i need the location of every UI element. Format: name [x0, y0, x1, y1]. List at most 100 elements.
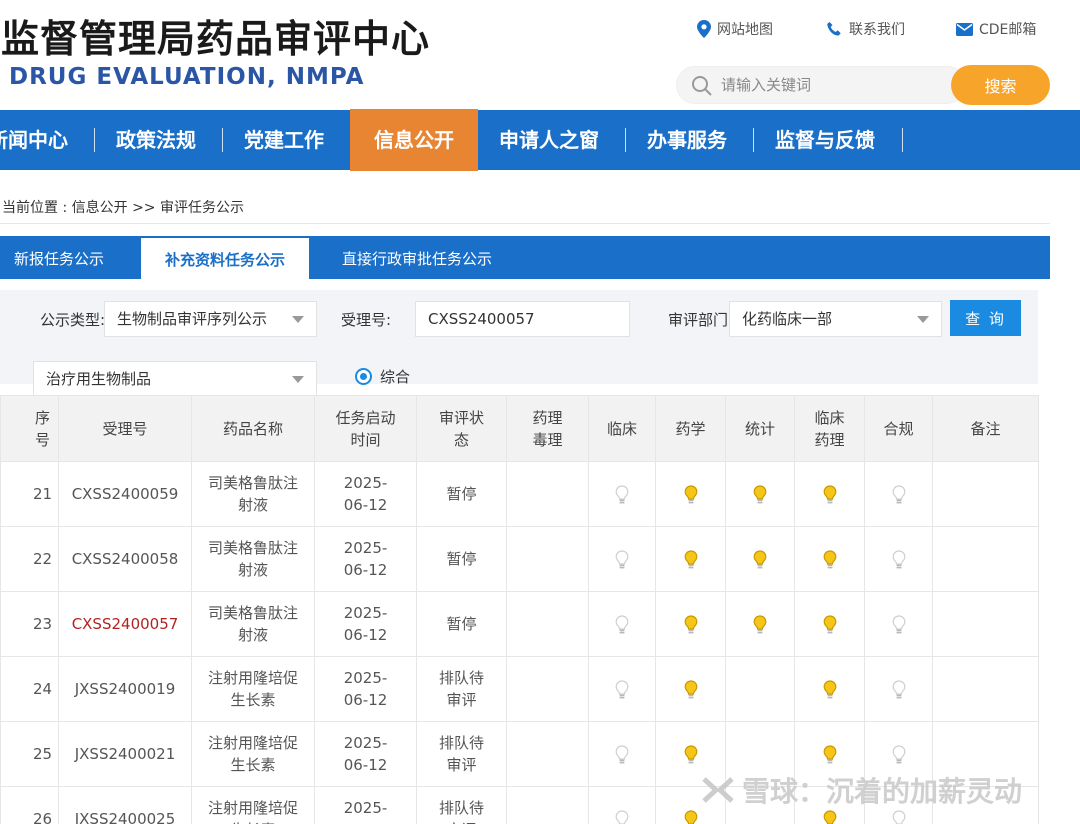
table-row: 22 CXSS2400058 司美格鲁肽注射液 2025-06-12 暂停 [0, 526, 1039, 592]
nav-services[interactable]: 办事服务 [647, 110, 727, 170]
lightbulb-on-icon [684, 744, 697, 763]
cell-clinpharm [794, 591, 865, 657]
cell-compliance [864, 526, 933, 592]
category-select[interactable]: 治疗用生物制品 [33, 361, 317, 397]
lightbulb-on-icon [753, 549, 767, 568]
chevron-down-icon [292, 376, 304, 383]
cell-clinical [588, 721, 656, 787]
cell-compliance [864, 656, 933, 722]
accept-input[interactable] [415, 301, 630, 337]
cell-date: 2025-06-12 [314, 721, 417, 787]
cell-no: 26 [0, 786, 59, 824]
lightbulb-on-icon [823, 614, 836, 633]
lightbulb-off-icon [615, 744, 629, 763]
tab-new-report[interactable]: 新报任务公示 [14, 236, 104, 279]
xueqiu-logo-icon [702, 777, 734, 803]
nav-news[interactable]: 新闻中心 [0, 110, 68, 170]
accept-label: 受理号: [341, 311, 392, 329]
table-header-row: 序号 受理号 药品名称 任务启动时间 审评状态 药理毒理 临床 药学 统计 临床… [0, 395, 1039, 462]
cell-tox [506, 526, 589, 592]
cell-remark [932, 591, 1039, 657]
lightbulb-off-icon [615, 679, 629, 698]
nav-applicant[interactable]: 申请人之窗 [499, 110, 599, 170]
tab-supplement[interactable]: 补充资料任务公示 [141, 238, 309, 279]
cell-no: 25 [0, 721, 59, 787]
lightbulb-on-icon [823, 809, 836, 824]
lightbulb-on-icon [684, 679, 697, 698]
cell-status: 排队待审评 [416, 721, 507, 787]
radio-comprehensive[interactable]: 综合 [355, 366, 410, 387]
col-header: 任务启动时间 [314, 395, 417, 462]
site-subtitle: DRUG EVALUATION, NMPA [9, 64, 365, 90]
cell-status: 暂停 [416, 461, 507, 527]
col-header: 备注 [932, 395, 1039, 462]
cell-compliance [864, 591, 933, 657]
type-select-value: 生物制品审评序列公示 [117, 310, 268, 328]
dept-select[interactable]: 化药临床一部 [729, 301, 942, 337]
divider [0, 223, 1050, 224]
lightbulb-off-icon [615, 484, 629, 503]
lightbulb-off-icon [892, 809, 905, 824]
tab-direct-approval[interactable]: 直接行政审批任务公示 [342, 236, 492, 279]
cell-name: 注射用隆培促生长素 [191, 721, 315, 787]
main-nav: 新闻中心 政策法规 党建工作 信息公开 申请人之窗 办事服务 监督与反馈 [0, 109, 1080, 171]
lightbulb-off-icon [892, 484, 905, 503]
search-icon [692, 76, 712, 96]
cell-clinpharm [794, 526, 865, 592]
cell-date: 2025-06-12 [314, 526, 417, 592]
lightbulb-off-icon [892, 744, 905, 763]
cell-pharm [655, 656, 726, 722]
cell-tox [506, 591, 589, 657]
lightbulb-on-icon [753, 484, 767, 503]
cell-name: 司美格鲁肽注射液 [191, 461, 315, 527]
cell-date: 2025-06-12 [314, 656, 417, 722]
lightbulb-on-icon [823, 484, 836, 503]
col-header: 药理毒理 [506, 395, 589, 462]
lightbulb-on-icon [684, 614, 697, 633]
cell-name: 注射用隆培促生长素 [191, 786, 315, 824]
lightbulb-on-icon [823, 549, 836, 568]
cell-clinical [588, 526, 656, 592]
cell-remark [932, 526, 1039, 592]
col-header: 临床 [588, 395, 656, 462]
lightbulb-off-icon [615, 549, 629, 568]
search-input[interactable] [721, 67, 951, 103]
search-button[interactable]: 搜索 [951, 65, 1050, 105]
lightbulb-off-icon [615, 614, 629, 633]
chevron-down-icon [292, 316, 304, 323]
cell-remark [932, 461, 1039, 527]
cell-status: 排队待审评 [416, 656, 507, 722]
cell-tox [506, 786, 589, 824]
nav-party[interactable]: 党建工作 [244, 110, 324, 170]
cell-compliance [864, 461, 933, 527]
cell-clinical [588, 786, 656, 824]
col-header: 药品名称 [191, 395, 315, 462]
cell-status: 暂停 [416, 526, 507, 592]
cell-clinpharm [794, 461, 865, 527]
cell-accept: CXSS2400057 [58, 591, 192, 657]
radio-label: 综合 [380, 368, 411, 386]
type-select[interactable]: 生物制品审评序列公示 [104, 301, 317, 337]
nav-feedback[interactable]: 监督与反馈 [775, 110, 875, 170]
cell-stat [725, 656, 795, 722]
nav-info-public[interactable]: 信息公开 [350, 109, 478, 171]
cell-pharm [655, 461, 726, 527]
col-header: 审评状态 [416, 395, 507, 462]
watermark-text: 雪球：沉着的加薪灵动 [742, 775, 1023, 808]
lightbulb-off-icon [892, 614, 905, 633]
cell-name: 司美格鲁肽注射液 [191, 591, 315, 657]
dept-select-value: 化药临床一部 [742, 310, 833, 328]
contact-link[interactable]: 联系我们 [826, 19, 905, 39]
sitemap-label: 网站地图 [717, 22, 773, 38]
radio-button-icon [355, 368, 372, 385]
cell-no: 23 [0, 591, 59, 657]
cell-accept: CXSS2400058 [58, 526, 192, 592]
nav-policy[interactable]: 政策法规 [116, 110, 196, 170]
lightbulb-on-icon [823, 679, 836, 698]
sitemap-link[interactable]: 网站地图 [697, 19, 773, 39]
cell-clinical [588, 656, 656, 722]
query-button[interactable]: 查 询 [950, 300, 1021, 336]
tab-bar: 新报任务公示 补充资料任务公示 直接行政审批任务公示 [0, 236, 1050, 279]
table-row: 24 JXSS2400019 注射用隆培促生长素 2025-06-12 排队待审评 [0, 656, 1039, 722]
mail-link[interactable]: CDE邮箱 [956, 19, 1036, 39]
